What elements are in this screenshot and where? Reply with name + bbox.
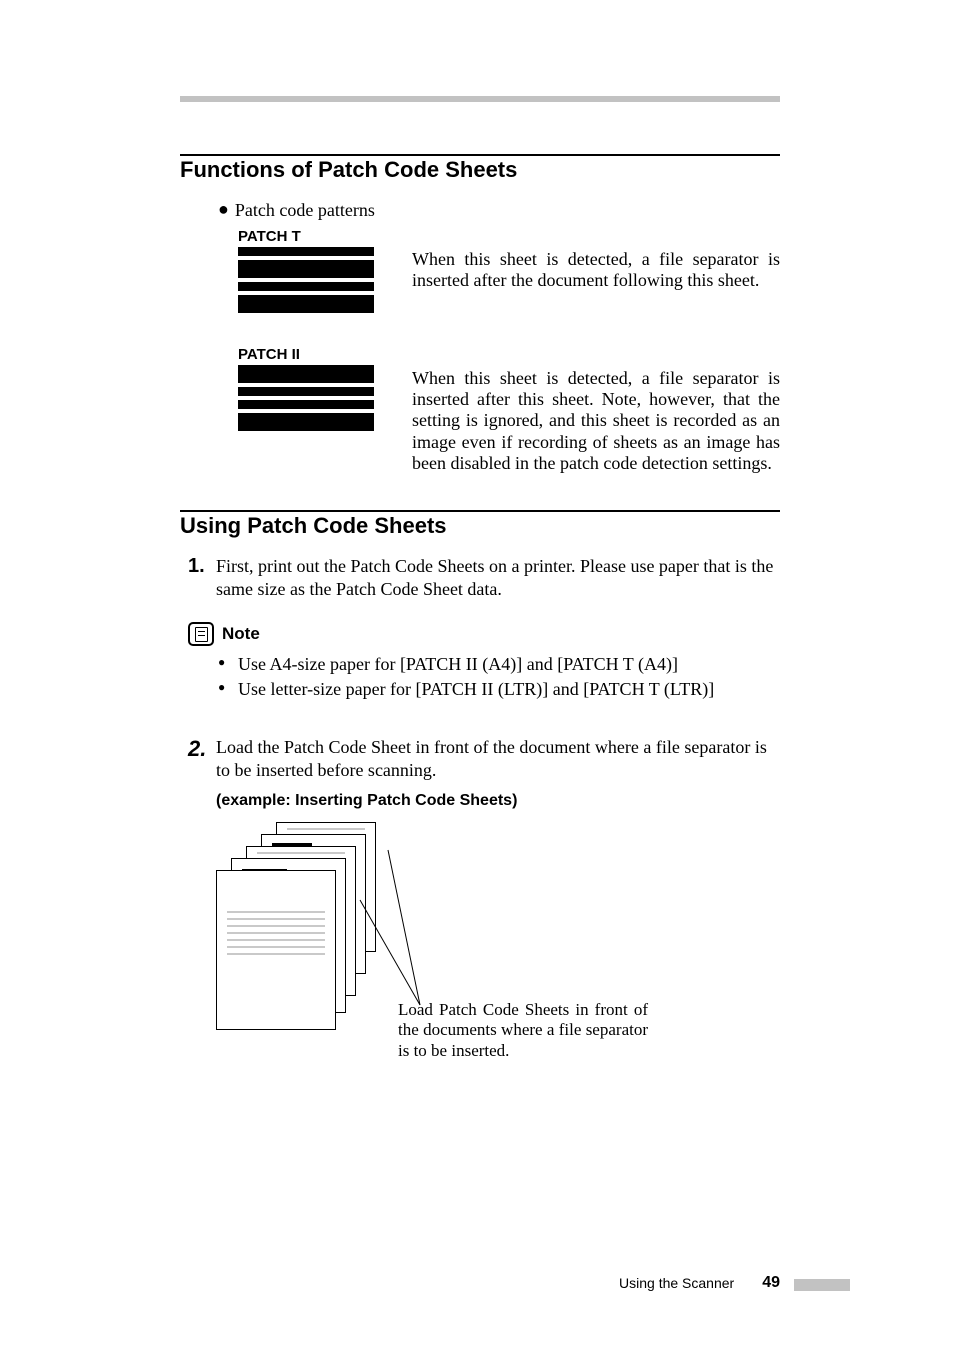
page-number: 49 xyxy=(762,1274,780,1292)
footer-bar xyxy=(794,1279,850,1291)
bullet-dot: ● xyxy=(218,199,229,219)
patch-t-description: When this sheet is detected, a file sepa… xyxy=(412,249,780,291)
step-2-text: Load the Patch Code Sheet in front of th… xyxy=(216,736,780,781)
step-1-number: 1. xyxy=(188,555,205,578)
patch-ii-bar xyxy=(238,365,374,383)
note-block: Note Use A4-size paper for [PATCH II (A4… xyxy=(188,622,780,702)
diagram-caption: Load Patch Code Sheets in front of the d… xyxy=(398,1000,648,1061)
note-icon xyxy=(188,622,214,646)
section-title-using: Using Patch Code Sheets xyxy=(180,510,780,539)
step-2: 2. Load the Patch Code Sheet in front of… xyxy=(188,736,780,781)
step-2-number: 2. xyxy=(188,736,206,762)
note-word: Note xyxy=(222,624,260,644)
patch-ii-description: When this sheet is detected, a file sepa… xyxy=(412,368,780,474)
footer: Using the Scanner 49 xyxy=(180,1274,780,1292)
patch-t-label: PATCH T xyxy=(238,228,301,245)
section-title-functions: Functions of Patch Code Sheets xyxy=(180,154,780,183)
step-1: 1. First, print out the Patch Code Sheet… xyxy=(188,555,780,600)
patch-t-bar xyxy=(238,260,374,278)
patch-t-bar xyxy=(238,295,374,313)
patch-ii-bar xyxy=(238,413,374,431)
patch-ii-bar xyxy=(238,400,374,409)
example-title: (example: Inserting Patch Code Sheets) xyxy=(216,792,517,810)
bullet-text: Patch code patterns xyxy=(235,200,375,220)
patch-t-bar xyxy=(238,282,374,291)
note-header: Note xyxy=(188,622,780,646)
step-1-text: First, print out the Patch Code Sheets o… xyxy=(216,555,780,600)
note-list: Use A4-size paper for [PATCH II (A4)] an… xyxy=(218,652,780,702)
patch-ii-label: PATCH II xyxy=(238,346,300,363)
top-rule xyxy=(180,96,780,102)
footer-text: Using the Scanner xyxy=(619,1275,734,1291)
patch-t-bar xyxy=(238,247,374,256)
bullet-patch-patterns: ● Patch code patterns xyxy=(218,199,375,221)
patch-ii-bar xyxy=(238,387,374,396)
note-item-2: Use letter-size paper for [PATCH II (LTR… xyxy=(218,677,780,702)
patch-sheets-diagram xyxy=(216,822,406,1022)
note-item-1: Use A4-size paper for [PATCH II (A4)] an… xyxy=(218,652,780,677)
